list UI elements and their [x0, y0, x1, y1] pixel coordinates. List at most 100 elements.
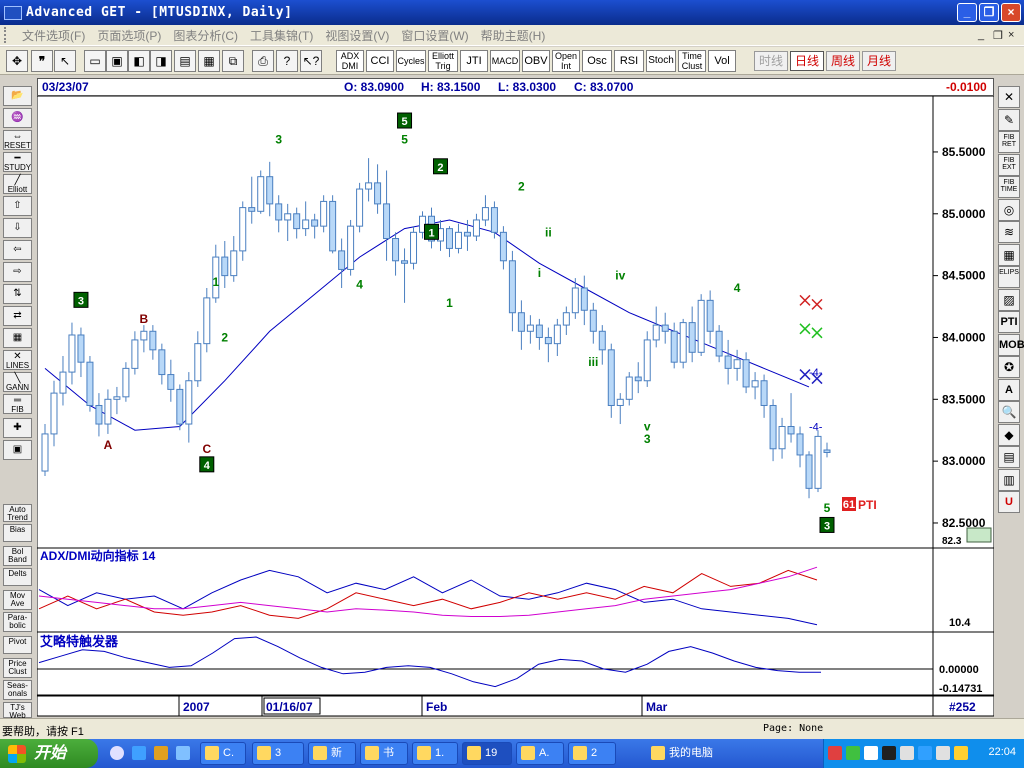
study-cycles[interactable]: Cycles	[396, 50, 426, 72]
task-1[interactable]: 1.	[412, 742, 458, 765]
left-tool-17[interactable]: Auto Trend	[3, 504, 32, 522]
left-tool-14[interactable]: ═ FIB	[3, 394, 32, 414]
right-tool-4[interactable]: FIB TIME	[998, 176, 1020, 198]
left-tool-13[interactable]: ╲ GANN	[3, 372, 32, 392]
right-tool-11[interactable]: MOB	[998, 333, 1024, 356]
prev-icon[interactable]: ◧	[128, 50, 150, 72]
study-stoch[interactable]: Stoch	[646, 50, 676, 72]
menu-help[interactable]: 帮助主题(H)	[475, 27, 552, 44]
study-cci[interactable]: CCI	[366, 50, 394, 72]
tray-misc-icon[interactable]	[954, 746, 968, 760]
chart-area[interactable]: 3 A B C 4 1 2 3 4 5 5 2 1 1 2 ii i iv iii v 3 4 5 3 -4- -4- 61 PTI …	[36, 95, 995, 718]
tray-num-icon[interactable]	[900, 746, 914, 760]
right-tool-16[interactable]: ▤	[998, 446, 1020, 468]
right-tool-12[interactable]: ✪	[998, 356, 1020, 378]
task-new[interactable]: 新	[308, 742, 356, 765]
left-tool-20[interactable]: Delts	[3, 568, 32, 586]
right-tool-18[interactable]: U	[998, 491, 1020, 513]
task-2[interactable]: 2	[568, 742, 616, 765]
study-macd[interactable]: MACD	[490, 50, 520, 72]
left-tool-2[interactable]: ⇔ RESET	[3, 130, 32, 150]
right-tool-1[interactable]: ✎	[998, 108, 1020, 131]
study-osc[interactable]: Osc	[582, 50, 612, 72]
left-tool-8[interactable]: ⇨	[3, 262, 32, 282]
right-tool-2[interactable]: FIB RET	[998, 131, 1020, 153]
menu-page[interactable]: 页面选项(P)	[91, 27, 167, 44]
next-icon[interactable]: ◨	[150, 50, 172, 72]
right-tool-9[interactable]: ▨	[998, 288, 1020, 311]
tray-k-icon[interactable]	[828, 746, 842, 760]
start-button[interactable]: 开始	[0, 739, 98, 768]
right-tool-10[interactable]: PTI	[998, 311, 1020, 333]
restore-button[interactable]: ❐	[979, 3, 999, 22]
tray-qq-icon[interactable]	[864, 746, 878, 760]
quicklaunch-browser-icon[interactable]	[110, 746, 124, 760]
right-tool-7[interactable]: ▦	[998, 243, 1020, 266]
tray-app-icon[interactable]	[846, 746, 860, 760]
study-vol[interactable]: Vol	[708, 50, 736, 72]
left-tool-7[interactable]: ⇦	[3, 240, 32, 260]
quicklaunch-media-icon[interactable]	[154, 746, 168, 760]
left-tool-1[interactable]: ♒	[3, 108, 32, 128]
task-3[interactable]: 3	[252, 742, 304, 765]
left-tool-0[interactable]: 📂	[3, 86, 32, 106]
tray-network-icon[interactable]	[918, 746, 932, 760]
right-tool-17[interactable]: ▥	[998, 468, 1020, 491]
copy-icon[interactable]: ⧉	[222, 50, 244, 72]
left-tool-18[interactable]: Bias	[3, 524, 32, 542]
right-tool-8[interactable]: ELIPS	[998, 266, 1020, 288]
help-icon[interactable]: ?	[276, 50, 298, 72]
left-tool-10[interactable]: ⇄	[3, 306, 32, 326]
study-obv[interactable]: OBV	[522, 50, 550, 72]
print-icon[interactable]: ⎙	[252, 50, 274, 72]
left-tool-16[interactable]: ▣	[3, 440, 32, 460]
study-rsi[interactable]: RSI	[614, 50, 644, 72]
menu-view[interactable]: 视图设置(V)	[319, 27, 395, 44]
right-tool-5[interactable]: ◎	[998, 198, 1020, 221]
menu-window[interactable]: 窗口设置(W)	[395, 27, 474, 44]
left-tool-19[interactable]: Bol Band	[3, 546, 32, 566]
timeframe-hourly[interactable]: 时线	[754, 51, 788, 71]
quote-icon[interactable]: ❞	[31, 50, 53, 72]
chart-svg[interactable]: 3ABC41234552112iii iviiiv3453-4--4-61 PTI …	[36, 95, 995, 718]
study-jti[interactable]: JTI	[460, 50, 488, 72]
right-tool-13[interactable]: A	[998, 378, 1020, 401]
pointer-tool-icon[interactable]: ✥	[6, 50, 28, 72]
right-tool-0[interactable]: ✕	[998, 86, 1020, 108]
tray-display-icon[interactable]	[882, 746, 896, 760]
mdi-close-button[interactable]: ×	[1008, 29, 1014, 41]
menu-file[interactable]: 文件选项(F)	[16, 27, 91, 44]
new-chart-icon[interactable]: ▭	[84, 50, 106, 72]
tray-volume-icon[interactable]	[936, 746, 950, 760]
left-tool-6[interactable]: ⇩	[3, 218, 32, 238]
menu-tools[interactable]: 工具集锦(T)	[244, 27, 319, 44]
save-icon[interactable]: ▣	[106, 50, 128, 72]
task-19[interactable]: 19	[462, 742, 512, 765]
left-tool-21[interactable]: Mov Ave	[3, 590, 32, 610]
task-c[interactable]: C.	[200, 742, 246, 765]
task-a[interactable]: A.	[516, 742, 564, 765]
context-help-icon[interactable]: ↖?	[300, 50, 322, 72]
left-tool-15[interactable]: ✚	[3, 418, 32, 438]
grid-icon[interactable]: ▦	[198, 50, 220, 72]
left-tool-22[interactable]: Para- bolic	[3, 612, 32, 632]
left-tool-12[interactable]: ✕ LINES	[3, 350, 32, 370]
layout-icon[interactable]: ▤	[174, 50, 196, 72]
left-tool-9[interactable]: ⇅	[3, 284, 32, 304]
task-my-computer[interactable]: 我的电脑	[646, 742, 726, 765]
right-tool-3[interactable]: FIB EXT	[998, 153, 1020, 176]
right-tool-15[interactable]: ◆	[998, 423, 1020, 446]
left-tool-3[interactable]: ━ STUDY	[3, 152, 32, 172]
left-tool-11[interactable]: ▦	[3, 328, 32, 348]
left-tool-23[interactable]: Pivot	[3, 636, 32, 654]
left-tool-25[interactable]: Seas- onals	[3, 680, 32, 700]
menu-chart[interactable]: 图表分析(C)	[167, 27, 244, 44]
mdi-minimize-button[interactable]: _	[978, 29, 984, 41]
task-book[interactable]: 书	[360, 742, 408, 765]
cursor-icon[interactable]: ↖	[54, 50, 76, 72]
mdi-restore-button[interactable]: ❐	[993, 29, 1003, 42]
timeframe-daily[interactable]: 日线	[790, 51, 824, 71]
timeframe-weekly[interactable]: 周线	[826, 51, 860, 71]
left-tool-24[interactable]: Price Clust	[3, 658, 32, 678]
quicklaunch-desktop-icon[interactable]	[176, 746, 190, 760]
